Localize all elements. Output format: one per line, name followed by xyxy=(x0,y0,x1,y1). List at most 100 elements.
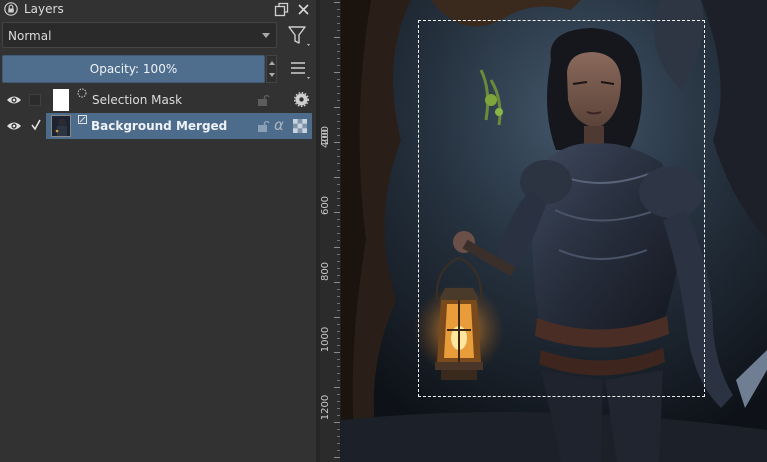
ruler-tick xyxy=(337,450,340,451)
ruler-tick xyxy=(334,422,340,423)
vertical-ruler: 200 400 600 800 1000 1200 xyxy=(320,0,341,462)
filter-icon[interactable] xyxy=(286,24,312,48)
ruler-tick xyxy=(337,16,340,17)
ruler-tick xyxy=(337,296,340,297)
ruler-tick xyxy=(337,58,340,59)
ruler-tick xyxy=(337,23,340,24)
lock-icon[interactable] xyxy=(256,119,270,133)
ruler-tick xyxy=(337,65,340,66)
opacity-label: Opacity: xyxy=(89,62,140,76)
opacity-slider[interactable]: Opacity: 100% xyxy=(2,55,265,83)
docker-title: Layers xyxy=(24,2,64,16)
ruler-tick xyxy=(337,303,340,304)
ruler-tick xyxy=(337,156,340,157)
ruler-tick xyxy=(337,429,340,430)
ruler-tick xyxy=(337,443,340,444)
layer-row-selection-mask[interactable]: Selection Mask xyxy=(0,87,316,113)
ruler-tick xyxy=(337,338,340,339)
selection-marquee xyxy=(418,20,705,397)
lock-icon[interactable] xyxy=(256,93,270,107)
ruler-tick xyxy=(337,135,340,136)
chevron-down-icon xyxy=(262,33,270,38)
ruler-label: 800 xyxy=(320,261,332,282)
ruler-tick xyxy=(334,177,340,178)
ruler-tick xyxy=(337,345,340,346)
ruler-tick xyxy=(337,310,340,311)
ruler-tick xyxy=(337,170,340,171)
ruler-tick xyxy=(337,121,340,122)
layer-thumbnail xyxy=(51,115,71,137)
ruler-tick xyxy=(334,107,340,108)
blend-mode-select[interactable]: Normal xyxy=(2,22,277,48)
ruler-label: 600 xyxy=(320,195,332,216)
float-docker-icon[interactable] xyxy=(274,2,289,17)
ruler-tick xyxy=(337,93,340,94)
ruler-label: 400 xyxy=(320,128,332,149)
ruler-tick xyxy=(337,401,340,402)
ruler-tick xyxy=(337,114,340,115)
ruler-tick xyxy=(337,128,340,129)
ruler-tick xyxy=(337,359,340,360)
ruler-tick xyxy=(337,415,340,416)
ruler-tick xyxy=(337,233,340,234)
ruler-tick xyxy=(337,219,340,220)
ruler-tick xyxy=(337,100,340,101)
ruler-tick xyxy=(334,72,340,73)
ruler-tick xyxy=(337,184,340,185)
ruler-tick xyxy=(337,51,340,52)
canvas-viewport[interactable] xyxy=(341,0,767,462)
ruler-tick xyxy=(334,352,340,353)
ruler-tick xyxy=(337,79,340,80)
layer-row-background-merged[interactable]: Background Merged α xyxy=(0,113,316,139)
spin-up-icon[interactable] xyxy=(269,61,275,65)
layer-checkbox[interactable] xyxy=(29,94,41,106)
gear-icon[interactable] xyxy=(294,92,309,107)
blend-mode-value: Normal xyxy=(8,29,52,43)
docker-lock-icon[interactable] xyxy=(4,2,18,16)
ruler-tick xyxy=(337,149,340,150)
paint-layer-icon xyxy=(78,115,87,124)
layers-docker: Layers Normal Opacity: 100% Selection Ma… xyxy=(0,0,316,462)
ruler-tick xyxy=(337,436,340,437)
ruler-tick xyxy=(337,30,340,31)
spin-down-icon[interactable] xyxy=(269,73,275,77)
visibility-eye-icon[interactable] xyxy=(6,120,22,132)
ruler-tick xyxy=(337,261,340,262)
opacity-value: 100% xyxy=(142,62,178,76)
close-icon[interactable] xyxy=(296,2,311,17)
ruler-tick xyxy=(337,205,340,206)
ruler-tick xyxy=(337,86,340,87)
ruler-tick xyxy=(334,37,340,38)
ruler-tick xyxy=(337,373,340,374)
ruler-tick xyxy=(337,268,340,269)
ruler-tick xyxy=(337,226,340,227)
visibility-eye-icon[interactable] xyxy=(6,94,22,106)
inherit-alpha-icon[interactable] xyxy=(293,119,307,133)
ruler-tick xyxy=(334,142,340,143)
ruler-label: 1200 xyxy=(320,394,332,421)
ruler-tick xyxy=(334,317,340,318)
ruler-tick xyxy=(337,191,340,192)
alpha-lock-icon[interactable]: α xyxy=(274,116,284,134)
opacity-spinbox[interactable] xyxy=(266,55,277,83)
ruler-tick xyxy=(337,408,340,409)
docker-titlebar: Layers xyxy=(0,0,316,20)
checkmark-icon[interactable] xyxy=(29,118,43,132)
ruler-tick xyxy=(337,394,340,395)
ruler-tick xyxy=(334,457,340,458)
ruler-tick xyxy=(334,387,340,388)
ruler-tick xyxy=(337,163,340,164)
layer-thumbnail xyxy=(53,89,69,111)
hamburger-menu-icon[interactable] xyxy=(286,57,312,81)
ruler-tick xyxy=(337,331,340,332)
ruler-tick xyxy=(337,254,340,255)
ruler-tick xyxy=(334,2,340,3)
ruler-tick xyxy=(337,366,340,367)
ruler-tick xyxy=(337,240,340,241)
ruler-tick xyxy=(337,9,340,10)
ruler-tick xyxy=(334,282,340,283)
ruler-tick xyxy=(337,198,340,199)
ruler-tick xyxy=(337,289,340,290)
layer-name: Background Merged xyxy=(91,119,228,133)
ruler-tick xyxy=(337,275,340,276)
